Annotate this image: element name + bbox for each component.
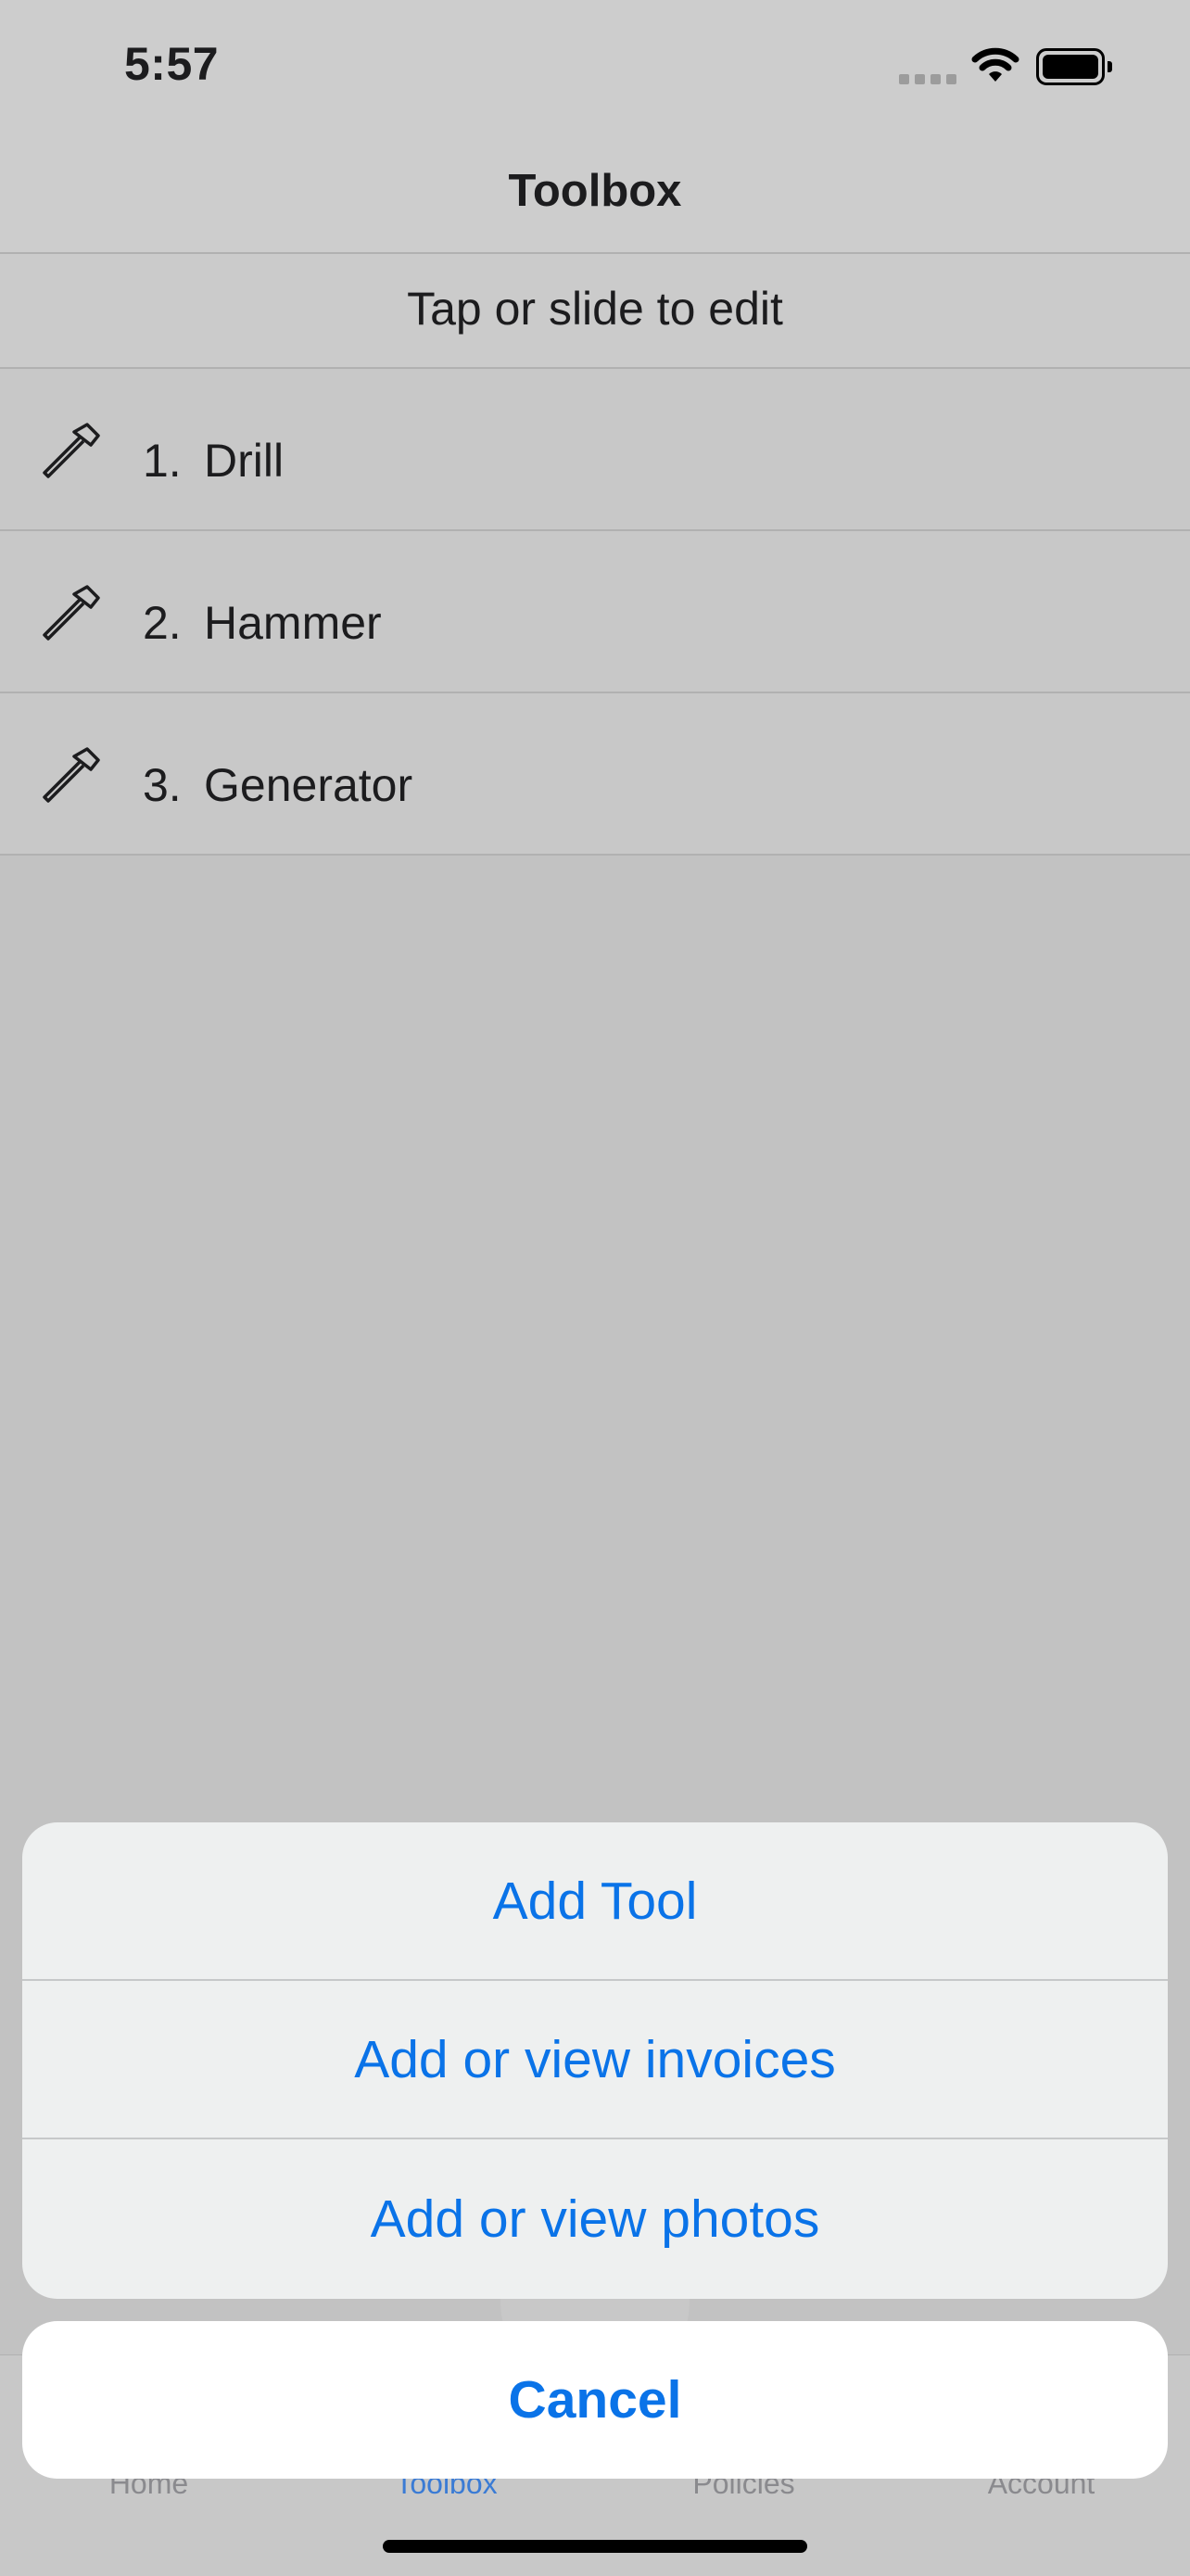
tool-name: Drill (204, 435, 285, 487)
tool-list: 1. Drill 2. Hammer 3. Generator (0, 369, 1190, 856)
tool-row-generator[interactable]: 3. Generator (0, 693, 1190, 856)
tool-number: 2. (143, 597, 182, 649)
add-tool-button[interactable]: Add Tool (22, 1822, 1168, 1981)
wifi-icon (971, 47, 1019, 82)
add-or-view-photos-button[interactable]: Add or view photos (22, 2139, 1168, 2298)
hammer-icon (43, 423, 100, 478)
edit-hint-text: Tap or slide to edit (407, 283, 783, 335)
status-time: 5:57 (124, 38, 220, 90)
tool-row-hammer[interactable]: 2. Hammer (0, 531, 1190, 693)
tool-number: 3. (143, 759, 182, 811)
tool-number: 1. (143, 435, 182, 487)
cancel-button[interactable]: Cancel (22, 2321, 1168, 2479)
tool-name: Hammer (204, 597, 382, 649)
tool-label: 2. Hammer (143, 596, 382, 650)
hammer-icon (43, 585, 100, 641)
add-or-view-invoices-button[interactable]: Add or view invoices (22, 1981, 1168, 2139)
tool-label: 1. Drill (143, 434, 284, 488)
status-bar: 5:57 (0, 0, 1190, 139)
edit-hint-bar: Tap or slide to edit (0, 254, 1190, 369)
home-indicator[interactable] (383, 2540, 807, 2553)
tool-row-drill[interactable]: 1. Drill (0, 369, 1190, 531)
cellular-signal-icon (899, 74, 956, 85)
action-sheet: Add Tool Add or view invoices Add or vie… (22, 1822, 1168, 2299)
navigation-bar: Toolbox (0, 139, 1190, 254)
battery-icon (1036, 48, 1112, 85)
hammer-icon (43, 747, 100, 803)
tool-name: Generator (204, 759, 413, 811)
page-title: Toolbox (508, 166, 682, 216)
tool-label: 3. Generator (143, 758, 412, 812)
